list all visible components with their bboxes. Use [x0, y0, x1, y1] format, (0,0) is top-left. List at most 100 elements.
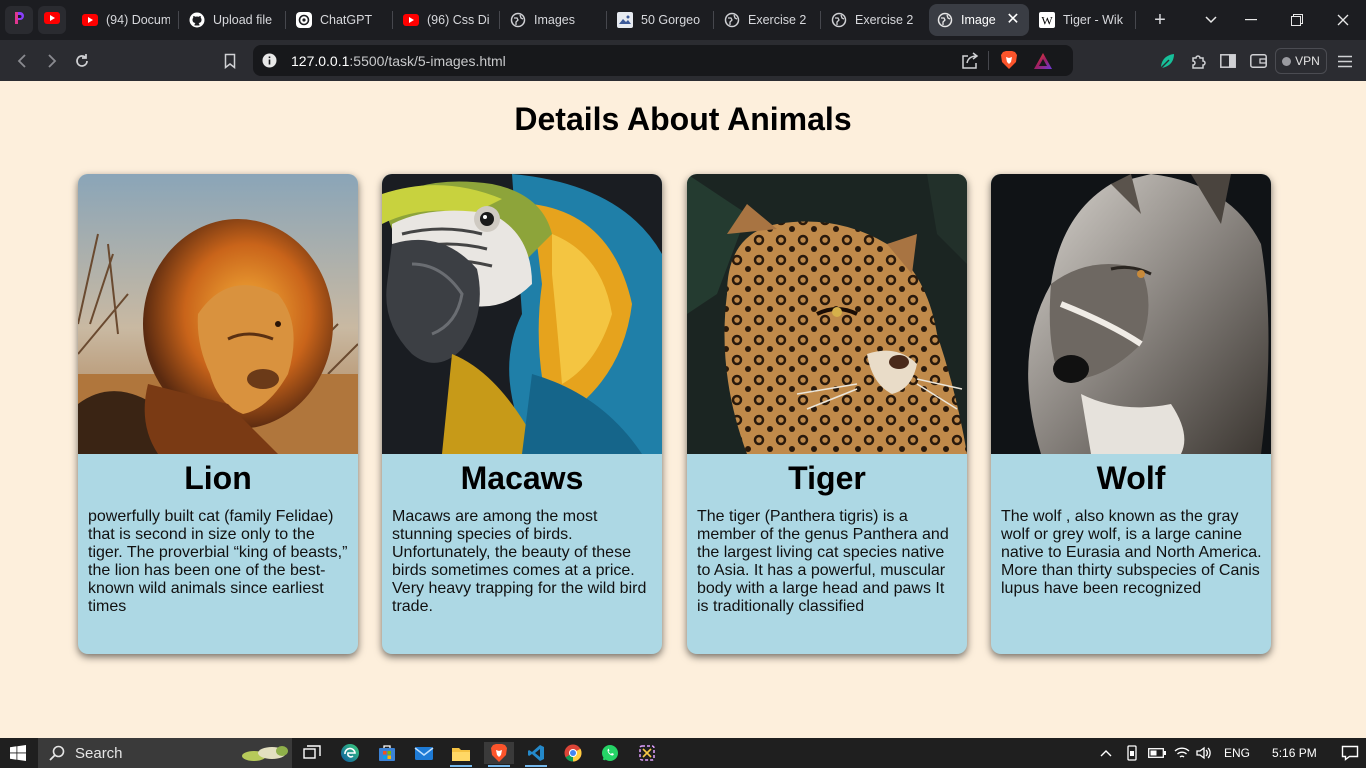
taskbar-search-box[interactable]: Search: [38, 738, 292, 768]
url-host: 127.0.0.1: [291, 52, 350, 69]
url-text: 127.0.0.1:5500/task/5-images.html: [291, 53, 506, 69]
chevron-up-icon[interactable]: [1100, 749, 1114, 757]
active-app-indicator: [525, 765, 547, 767]
tab-3[interactable]: (96) Css Di: [395, 4, 499, 36]
globe-icon: [937, 12, 953, 28]
minimize-button[interactable]: [1228, 0, 1274, 40]
tab-separator: [820, 11, 821, 29]
search-highlight-icon: [240, 743, 290, 768]
tab-7[interactable]: Exercise 2: [823, 4, 927, 36]
chatgpt-icon: [296, 12, 312, 28]
tiger-photo: [687, 174, 967, 454]
minimize-icon: [1245, 19, 1257, 21]
active-app-indicator: [450, 765, 472, 767]
lion-photo: [78, 174, 358, 454]
sidebar-toggle-icon[interactable]: [1217, 50, 1239, 72]
hamburger-menu-icon: [1338, 55, 1352, 67]
browser-toolbar: 127.0.0.1:5500/task/5-images.html VPN: [0, 40, 1366, 81]
arrow-left-icon: [17, 54, 26, 68]
snipping-tool-icon[interactable]: [636, 742, 658, 764]
language-indicator[interactable]: ENG: [1224, 746, 1250, 760]
tab-separator: [178, 11, 179, 29]
bookmark-button[interactable]: [217, 48, 243, 74]
tab-title: Image: [961, 13, 996, 27]
tab-title: ChatGPT: [320, 13, 373, 27]
forward-button[interactable]: [39, 48, 65, 74]
vpn-button[interactable]: VPN: [1275, 48, 1327, 74]
share-icon[interactable]: [961, 52, 979, 74]
chrome-icon[interactable]: [562, 742, 584, 764]
tab-2[interactable]: ChatGPT: [288, 4, 392, 36]
youtube-icon: [403, 12, 419, 28]
card-title: Wolf: [1096, 460, 1166, 496]
menu-button[interactable]: [1334, 50, 1356, 72]
tab-5[interactable]: 50 Gorgeo: [609, 4, 713, 36]
animal-card-tiger: Tiger The tiger (Panthera tigris) is a m…: [687, 174, 967, 654]
extension-leaf-icon[interactable]: [1156, 50, 1178, 72]
tab-separator: [285, 11, 286, 29]
volume-icon[interactable]: [1196, 746, 1212, 760]
tab-title: (96) Css Di: [427, 13, 490, 27]
windows-taskbar: Search ENG 5:16 PM: [0, 738, 1366, 768]
tab-9[interactable]: W Tiger - Wik: [1031, 4, 1135, 36]
wifi-icon[interactable]: [1174, 746, 1190, 760]
card-title: Lion: [184, 460, 252, 496]
tab-6[interactable]: Exercise 2: [716, 4, 820, 36]
new-tab-button[interactable]: +: [1146, 9, 1174, 32]
globe-icon: [831, 12, 847, 28]
app-logo-icon: [12, 10, 26, 31]
brave-browser-taskbar-icon[interactable]: [484, 742, 514, 764]
whatsapp-icon[interactable]: [599, 742, 621, 764]
tab-strip: (94) Docum Upload file ChatGPT (96) Css …: [0, 0, 1366, 40]
notifications-icon[interactable]: [1341, 745, 1359, 761]
tab-0[interactable]: (94) Docum: [74, 4, 178, 36]
github-icon: [189, 12, 205, 28]
vscode-icon[interactable]: [525, 742, 547, 764]
card-description: The wolf , also known as the gray wolf o…: [1001, 508, 1262, 597]
active-app-indicator: [488, 765, 510, 767]
device-icon[interactable]: [1126, 745, 1138, 761]
site-info-icon[interactable]: [262, 53, 277, 73]
brave-shields-icon[interactable]: [1000, 50, 1018, 75]
restore-button[interactable]: [1274, 0, 1320, 40]
task-view-icon[interactable]: [301, 742, 323, 764]
close-window-button[interactable]: [1320, 0, 1366, 40]
reload-button[interactable]: [69, 48, 95, 74]
windows-start-icon[interactable]: [10, 745, 26, 766]
svg-text:W: W: [1041, 14, 1053, 28]
mail-icon[interactable]: [413, 742, 435, 764]
tab-title: Exercise 2: [748, 13, 807, 27]
brave-rewards-icon[interactable]: [1033, 52, 1053, 75]
tab-8-active[interactable]: Image ✕: [929, 4, 1029, 36]
globe-icon: [510, 12, 526, 28]
tab-separator: [1135, 11, 1136, 29]
tab-separator: [499, 11, 500, 29]
microsoft-store-icon[interactable]: [376, 742, 398, 764]
animal-card-lion: Lion powerfully built cat (family Felida…: [78, 174, 358, 654]
pinned-tab-youtube[interactable]: [38, 6, 66, 34]
close-icon: [1337, 14, 1349, 26]
wallet-icon[interactable]: [1247, 50, 1269, 72]
site-icon: [617, 12, 633, 28]
wikipedia-icon: W: [1039, 12, 1055, 28]
wolf-photo: [991, 174, 1271, 454]
tab-separator: [392, 11, 393, 29]
file-explorer-icon[interactable]: [450, 742, 472, 764]
card-title: Macaws: [460, 460, 584, 496]
back-button[interactable]: [9, 48, 35, 74]
address-bar[interactable]: 127.0.0.1:5500/task/5-images.html: [253, 45, 1073, 76]
reload-icon: [76, 54, 88, 67]
clock[interactable]: 5:16 PM: [1272, 746, 1317, 760]
extensions-puzzle-icon[interactable]: [1187, 50, 1209, 72]
tab-4[interactable]: Images: [502, 4, 606, 36]
tab-title: Upload file: [213, 13, 273, 27]
edge-icon[interactable]: [339, 742, 361, 764]
battery-icon[interactable]: [1148, 748, 1166, 758]
close-tab-icon[interactable]: ✕: [1005, 12, 1021, 28]
macaw-photo: [382, 174, 662, 454]
tab-separator: [713, 11, 714, 29]
pinned-tab-app[interactable]: [5, 6, 33, 34]
vpn-status-icon: [1282, 56, 1292, 66]
tab-1[interactable]: Upload file: [181, 4, 285, 36]
web-page: Details About Animals Lion powerfully bu…: [0, 81, 1366, 738]
